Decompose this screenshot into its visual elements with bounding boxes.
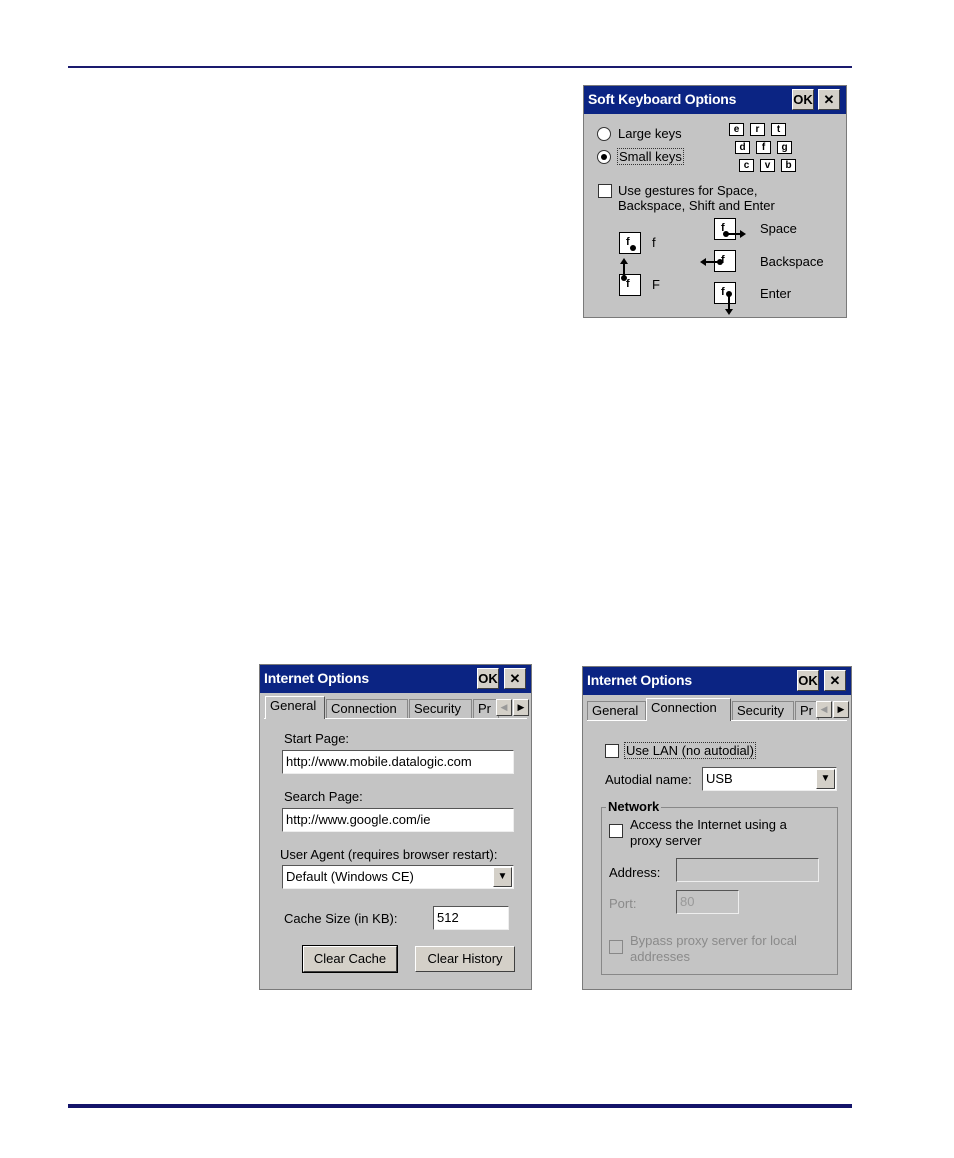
user-agent-label: User Agent (requires browser restart): bbox=[280, 847, 498, 862]
proxy-checkbox[interactable] bbox=[609, 824, 623, 838]
tab-general[interactable]: General bbox=[265, 696, 325, 719]
close-button[interactable]: ✕ bbox=[824, 670, 846, 691]
up-arrow-svg bbox=[620, 258, 628, 281]
gesture-f-lower-label: f bbox=[652, 235, 656, 250]
dropdown-arrow-icon[interactable]: ▼ bbox=[816, 769, 835, 789]
cache-size-label: Cache Size (in KB): bbox=[284, 911, 398, 926]
address-input[interactable] bbox=[676, 858, 819, 882]
bypass-proxy-checkbox[interactable] bbox=[609, 940, 623, 954]
internet-options-general-window: Internet Options OK ✕ General Connection… bbox=[259, 664, 532, 990]
window-title: Internet Options bbox=[264, 670, 369, 686]
use-gestures-label-line2: Backspace, Shift and Enter bbox=[618, 198, 775, 213]
autodial-select[interactable]: USB ▼ bbox=[702, 767, 837, 791]
key-e: e bbox=[729, 123, 744, 136]
cache-size-input[interactable]: 512 bbox=[433, 906, 509, 930]
tab-security[interactable]: Security bbox=[409, 699, 472, 718]
tab-connection[interactable]: Connection bbox=[646, 698, 731, 721]
key-c: c bbox=[739, 159, 754, 172]
title-bar: Internet Options OK ✕ bbox=[260, 665, 531, 693]
radio-selected-dot bbox=[601, 154, 607, 160]
tab-strip: General Connection Security Pr ◀ ▶ bbox=[583, 698, 851, 721]
key-r: r bbox=[750, 123, 765, 136]
close-button[interactable]: ✕ bbox=[504, 668, 526, 689]
use-lan-checkbox[interactable] bbox=[605, 744, 619, 758]
gesture-f-upper-label: F bbox=[652, 277, 660, 292]
small-keys-label: Small keys bbox=[617, 148, 684, 165]
autodial-label: Autodial name: bbox=[605, 772, 692, 787]
window-title: Soft Keyboard Options bbox=[588, 91, 737, 107]
proxy-label-line1: Access the Internet using a bbox=[630, 817, 787, 832]
gesture-enter-label: Enter bbox=[760, 286, 792, 301]
tab-scroll-left-icon[interactable]: ◀ bbox=[816, 701, 832, 718]
key-f: f bbox=[756, 141, 771, 154]
header-rule bbox=[68, 66, 852, 68]
window-title: Internet Options bbox=[587, 672, 692, 688]
gesture-backspace-label: Backspace bbox=[760, 254, 824, 269]
gesture-space-label: Space bbox=[760, 221, 797, 236]
large-keys-radio[interactable] bbox=[597, 127, 611, 141]
port-input[interactable]: 80 bbox=[676, 890, 739, 914]
left-arrow-svg bbox=[700, 258, 723, 266]
footer-rule bbox=[68, 1104, 852, 1108]
dropdown-arrow-icon[interactable]: ▼ bbox=[493, 867, 512, 887]
internet-options-connection-window: Internet Options OK ✕ General Connection… bbox=[582, 666, 852, 990]
down-arrow-svg bbox=[725, 291, 733, 315]
clear-history-button[interactable]: Clear History bbox=[415, 946, 515, 972]
tab-connection[interactable]: Connection bbox=[326, 699, 408, 718]
clear-cache-button[interactable]: Clear Cache bbox=[302, 945, 398, 973]
tab-scroll-left-icon[interactable]: ◀ bbox=[496, 699, 512, 716]
use-gestures-label-line1: Use gestures for Space, bbox=[618, 183, 758, 198]
ok-button[interactable]: OK bbox=[792, 89, 814, 110]
address-label: Address: bbox=[609, 865, 661, 880]
gesture-tap-icon: f bbox=[619, 232, 641, 254]
use-lan-label: Use LAN (no autodial) bbox=[624, 742, 756, 759]
key-g: g bbox=[777, 141, 792, 154]
key-d: d bbox=[735, 141, 750, 154]
proxy-label-line2: proxy server bbox=[630, 833, 702, 848]
title-bar: Internet Options OK ✕ bbox=[583, 667, 851, 695]
large-keys-label: Large keys bbox=[618, 126, 682, 141]
bypass-label-line2: addresses bbox=[630, 949, 690, 964]
search-page-label: Search Page: bbox=[284, 789, 363, 804]
start-page-label: Start Page: bbox=[284, 731, 350, 746]
ok-button[interactable]: OK bbox=[797, 670, 819, 691]
tab-scroll-right-icon[interactable]: ▶ bbox=[513, 699, 529, 716]
tab-general[interactable]: General bbox=[587, 701, 646, 720]
user-agent-select[interactable]: Default (Windows CE) ▼ bbox=[282, 865, 514, 889]
bypass-label-line1: Bypass proxy server for local bbox=[630, 933, 797, 948]
search-page-input[interactable]: http://www.google.com/ie bbox=[282, 808, 514, 832]
close-button[interactable]: ✕ bbox=[818, 89, 840, 110]
small-keys-radio[interactable] bbox=[597, 150, 611, 164]
key-v: v bbox=[760, 159, 775, 172]
tab-security[interactable]: Security bbox=[732, 701, 794, 720]
title-bar: Soft Keyboard Options OK ✕ bbox=[584, 86, 846, 114]
tab-strip: General Connection Security Pr ◀ ▶ bbox=[260, 696, 531, 719]
gesture-key-glyph: f bbox=[626, 236, 630, 248]
start-page-input[interactable]: http://www.mobile.datalogic.com bbox=[282, 750, 514, 774]
soft-keyboard-options-window: Soft Keyboard Options OK ✕ Large keys Sm… bbox=[583, 85, 847, 318]
key-b: b bbox=[781, 159, 796, 172]
autodial-value: USB bbox=[706, 771, 733, 786]
use-gestures-checkbox[interactable] bbox=[598, 184, 612, 198]
gesture-dot bbox=[630, 245, 636, 251]
port-label: Port: bbox=[609, 896, 637, 911]
user-agent-value: Default (Windows CE) bbox=[286, 869, 414, 884]
tab-scroll-right-icon[interactable]: ▶ bbox=[833, 701, 849, 718]
right-arrow-svg bbox=[723, 230, 746, 238]
key-t: t bbox=[771, 123, 786, 136]
ok-button[interactable]: OK bbox=[477, 668, 499, 689]
network-legend: Network bbox=[606, 799, 662, 814]
